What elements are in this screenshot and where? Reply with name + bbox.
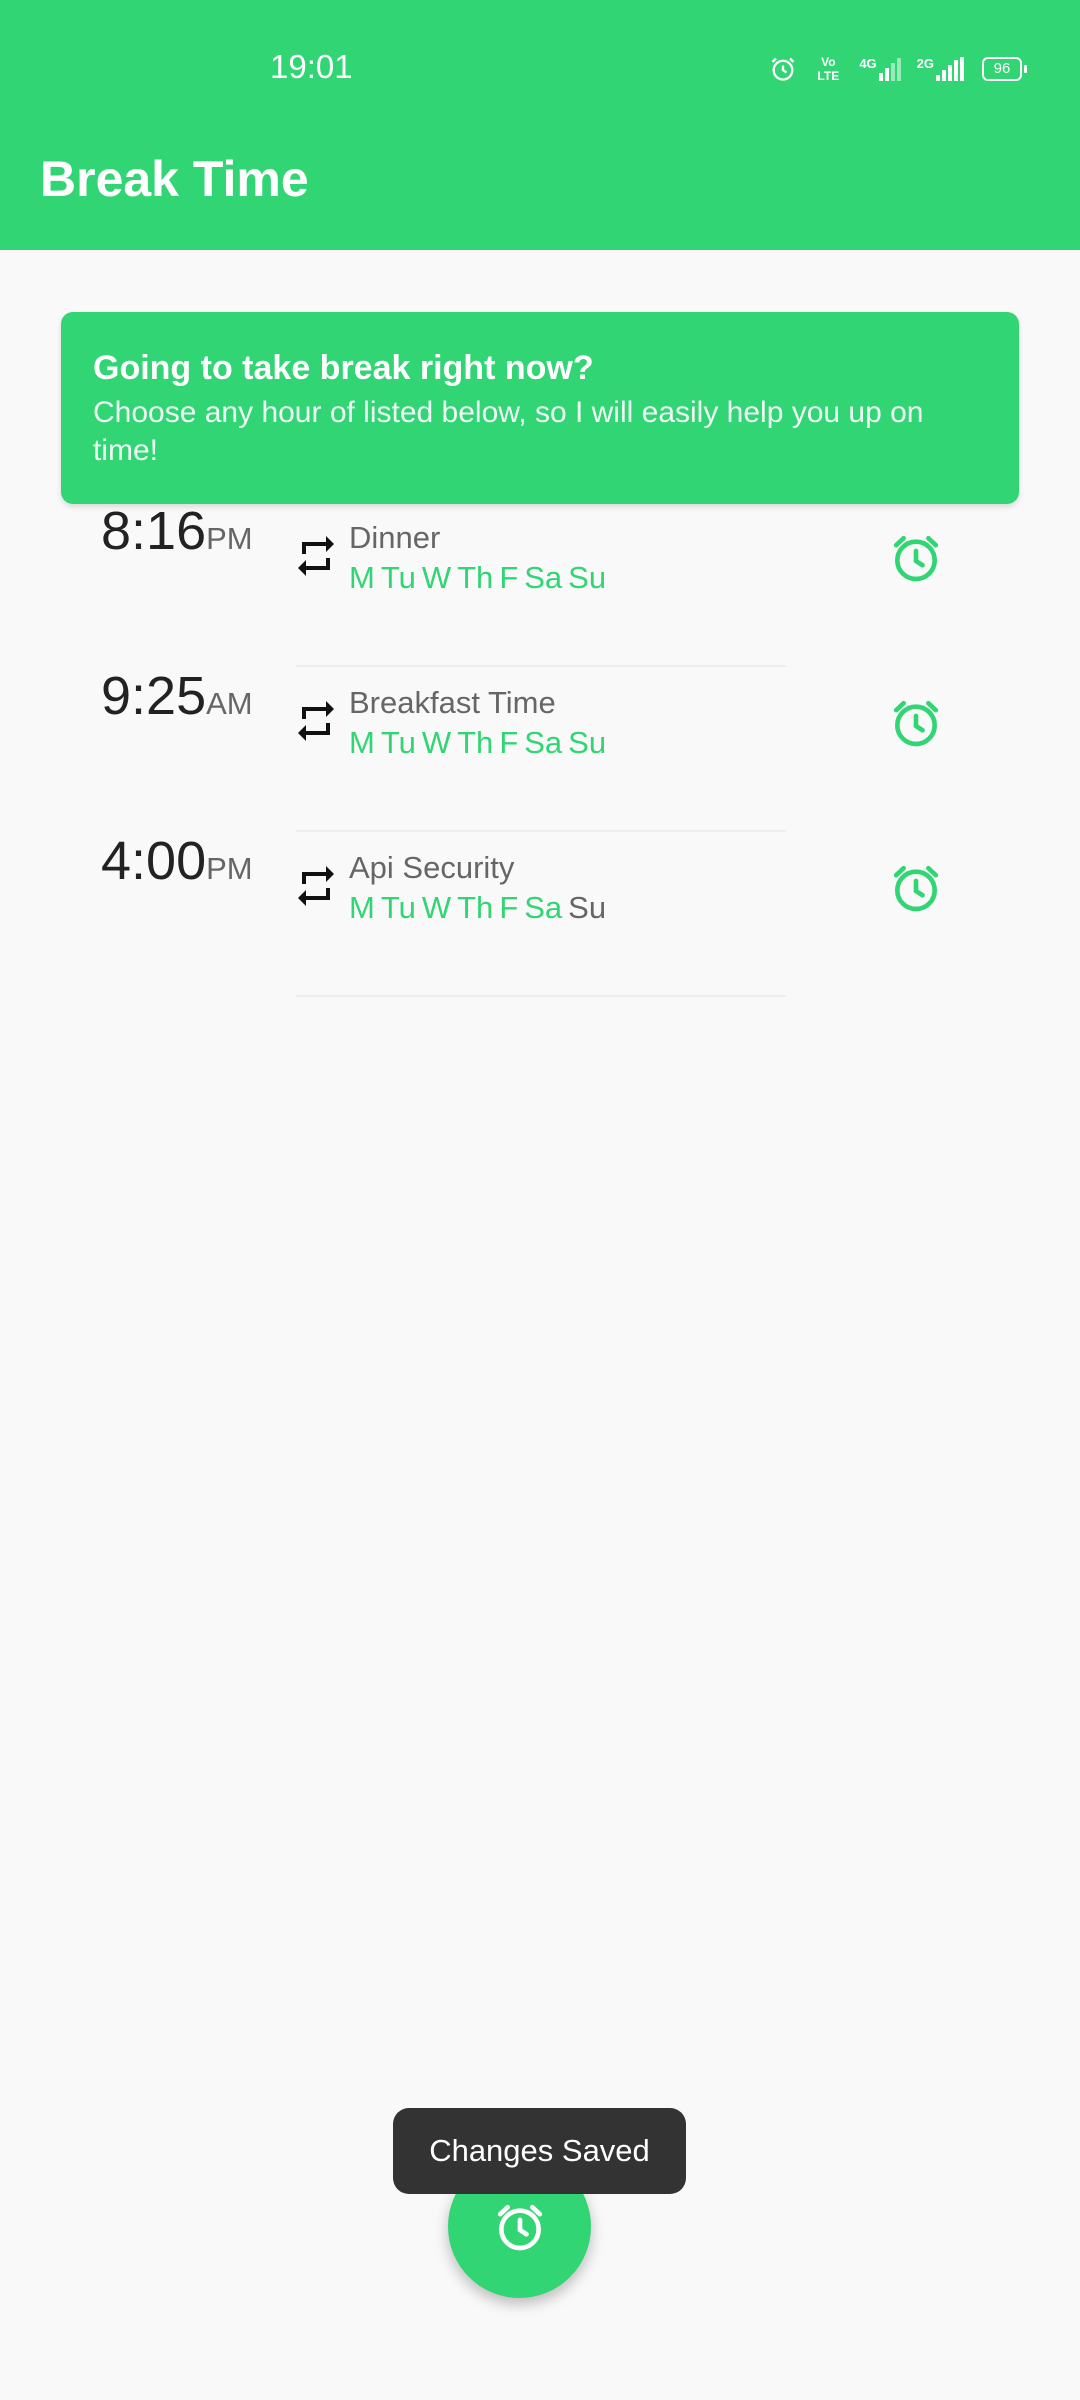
day-th: Th: [457, 560, 494, 595]
day-f: F: [499, 560, 519, 595]
alarm-time: 8:16PM: [101, 500, 253, 562]
2g-signal-icon: 2G: [917, 57, 966, 81]
alarm-time: 4:00PM: [101, 830, 253, 892]
app-bar: 19:01 Vo LTE 4G 2G 96 Break Time: [0, 0, 1080, 250]
volte-icon: Vo LTE: [817, 55, 840, 83]
alarm-ampm: PM: [206, 521, 253, 556]
banner-subtitle: Choose any hour of listed below, so I wi…: [93, 396, 924, 467]
alarm-row[interactable]: 9:25AM Breakfast Time M Tu W Th F Sa Su: [0, 665, 1080, 832]
day-tu: Tu: [380, 560, 416, 595]
day-w: W: [421, 725, 452, 760]
alarm-ampm: PM: [206, 851, 253, 886]
day-th: Th: [457, 725, 494, 760]
status-time: 19:01: [270, 48, 353, 85]
alarm-time-value: 9:25: [101, 666, 207, 726]
alarm-add-icon: [497, 2204, 542, 2250]
alarm-clock-icon[interactable]: [888, 695, 944, 751]
status-icons: Vo LTE 4G 2G 96: [769, 54, 1027, 84]
day-su: Su: [568, 725, 607, 760]
alarm-days: M Tu W Th F Sa Su: [349, 890, 612, 926]
day-f: F: [499, 725, 519, 760]
day-sa: Sa: [524, 560, 563, 595]
day-su: Su: [568, 560, 607, 595]
row-divider: [296, 995, 786, 997]
repeat-icon: [298, 536, 334, 576]
day-sa: Sa: [524, 890, 563, 925]
app-title: Break Time: [40, 151, 309, 207]
alarm-time-value: 4:00: [101, 831, 207, 891]
alarm-days: M Tu W Th F Sa Su: [349, 725, 612, 761]
alarm-status-icon: [771, 57, 795, 81]
day-m: M: [349, 560, 375, 595]
banner-title: Going to take break right now?: [93, 349, 594, 387]
battery-icon: 96: [982, 57, 1027, 81]
day-m: M: [349, 890, 375, 925]
day-m: M: [349, 725, 375, 760]
alarm-label: Breakfast Time: [349, 685, 556, 720]
day-w: W: [421, 560, 452, 595]
day-tu: Tu: [380, 725, 416, 760]
alarm-clock-icon[interactable]: [888, 860, 944, 916]
day-f: F: [499, 890, 519, 925]
day-tu: Tu: [380, 890, 416, 925]
4g-signal-icon: 4G: [859, 57, 901, 81]
alarm-clock-icon[interactable]: [888, 530, 944, 586]
alarm-time-value: 8:16: [101, 501, 207, 561]
repeat-icon: [298, 701, 334, 741]
alarm-label: Dinner: [349, 520, 441, 555]
day-w: W: [421, 890, 452, 925]
day-sa: Sa: [524, 725, 563, 760]
alarm-row[interactable]: 4:00PM Api Security M Tu W Th F Sa Su: [0, 830, 1080, 997]
alarm-days: M Tu W Th F Sa Su: [349, 560, 612, 596]
alarm-ampm: AM: [206, 686, 253, 721]
toast-message: Changes Saved: [393, 2108, 686, 2194]
alarm-time: 9:25AM: [101, 665, 253, 727]
alarm-row[interactable]: 8:16PM Dinner M Tu W Th F Sa Su: [0, 500, 1080, 667]
day-su: Su: [568, 890, 607, 925]
alarm-label: Api Security: [349, 850, 515, 885]
day-th: Th: [457, 890, 494, 925]
repeat-icon: [298, 866, 334, 906]
info-banner: Going to take break right now? Choose an…: [61, 312, 1019, 504]
